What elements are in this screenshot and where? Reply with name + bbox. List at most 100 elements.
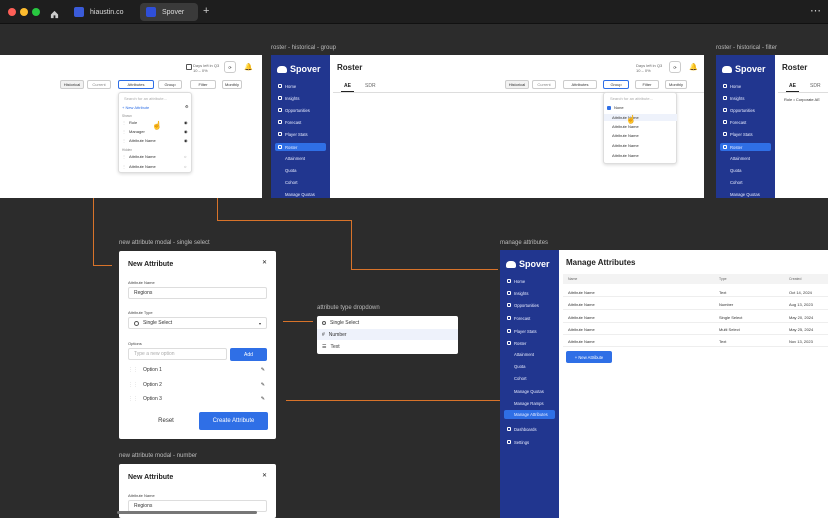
home-icon[interactable] (50, 6, 59, 19)
pencil-icon[interactable]: ✎ (261, 382, 265, 388)
close-window-button[interactable] (8, 8, 16, 16)
option-item[interactable]: ⋮⋮ Option 2 ✎ (128, 380, 267, 390)
eye-icon[interactable]: ◉ (184, 138, 188, 143)
eye-off-icon[interactable]: ◌ (184, 154, 186, 159)
tab-ae[interactable]: AE (341, 83, 354, 92)
type-option-text[interactable]: ☰ Text (322, 342, 340, 351)
nav-opportunities[interactable]: Opportunities (275, 106, 326, 114)
nav-roster[interactable]: Roster (720, 143, 771, 151)
group-option[interactable]: Attribute Name (604, 114, 677, 121)
nav-quota[interactable]: Quota (730, 168, 741, 173)
new-attribute-button[interactable]: + New Attribute (566, 351, 612, 363)
nav-manage-quotas[interactable]: Manage Quotas (730, 192, 760, 197)
nav-player-stats[interactable]: Player Stats (275, 130, 326, 138)
attribute-name-field[interactable]: Regions (128, 287, 267, 299)
monthly-select[interactable]: Monthly (222, 80, 242, 89)
type-option-single-select[interactable]: Single Select (322, 318, 359, 327)
current-toggle[interactable]: Current (532, 80, 556, 89)
group-option[interactable]: Attribute Name (612, 124, 639, 129)
nav-insights[interactable]: Insights (275, 94, 326, 102)
reset-button[interactable]: Reset (128, 412, 204, 430)
nav-attainment[interactable]: Attainment (730, 156, 750, 161)
minimize-window-button[interactable] (20, 8, 28, 16)
create-attribute-button[interactable]: Create Attribute (199, 412, 268, 430)
nav-roster[interactable]: Roster (275, 143, 326, 151)
tab-sdr[interactable]: SDR (365, 83, 376, 89)
bell-icon[interactable]: 🔔 (244, 63, 253, 71)
nav-opportunities[interactable]: Opportunities (504, 301, 555, 309)
nav-home[interactable]: Home (275, 82, 326, 90)
group-option[interactable]: Attribute Name (612, 153, 639, 158)
nav-roster[interactable]: Roster (504, 339, 555, 347)
nav-player-stats[interactable]: Player Stats (720, 130, 771, 138)
add-option-button[interactable]: Add (230, 348, 267, 361)
nav-opportunities[interactable]: Opportunities (720, 106, 771, 114)
historical-toggle[interactable]: Historical (60, 80, 84, 89)
group-option[interactable]: None (607, 105, 624, 110)
group-search-input[interactable]: Search for an attribute... (610, 96, 653, 101)
nav-cohort[interactable]: Cohort (514, 376, 527, 381)
horizontal-scrollbar[interactable] (117, 511, 257, 514)
attribute-type-select[interactable]: Single Select ▾ (128, 317, 267, 329)
shown-attribute-item[interactable]: ⋮ Attribute Name (122, 138, 190, 143)
tab-ae[interactable]: AE (786, 83, 799, 92)
new-tab-button[interactable]: + (203, 5, 209, 17)
historical-toggle[interactable]: Historical (505, 80, 529, 89)
nav-attainment[interactable]: Attainment (514, 352, 534, 357)
settings-icon[interactable]: ⚙ (185, 104, 189, 109)
current-toggle[interactable]: Current (87, 80, 111, 89)
new-option-input[interactable]: Type a new option (128, 348, 227, 360)
nav-insights[interactable]: Insights (720, 94, 771, 102)
group-button[interactable]: Group (158, 80, 182, 89)
drag-handle-icon[interactable]: ⋮⋮ (128, 382, 138, 388)
new-attribute-link[interactable]: + New Attribute (122, 105, 149, 110)
nav-player-stats[interactable]: Player Stats (504, 327, 555, 335)
nav-forecast[interactable]: Forecast (504, 314, 555, 322)
nav-manage-quotas[interactable]: Manage Quotas (285, 192, 315, 197)
table-row[interactable]: Attribute Name Text Nov 13, 2023 (563, 335, 828, 347)
nav-insights[interactable]: Insights (504, 289, 555, 297)
option-item[interactable]: ⋮⋮ Option 3 ✎ (128, 394, 267, 404)
pencil-icon[interactable]: ✎ (261, 367, 265, 373)
close-icon[interactable]: ✕ (262, 259, 267, 266)
group-option[interactable]: Attribute Name (612, 133, 639, 138)
table-row[interactable]: Attribute Name Text Oct 14, 2024 (563, 286, 828, 297)
maximize-window-button[interactable] (32, 8, 40, 16)
nav-manage-ramps[interactable]: Manage Ramps (514, 401, 544, 406)
type-option-number[interactable]: # Number (317, 329, 458, 340)
nav-manage-quotas[interactable]: Manage Quotas (514, 389, 544, 394)
drag-handle-icon[interactable]: ⋮⋮ (128, 396, 138, 402)
eye-icon[interactable]: ◉ (184, 129, 188, 134)
group-option[interactable]: Attribute Name (612, 143, 639, 148)
nav-cohort[interactable]: Cohort (730, 180, 743, 185)
nav-manage-attributes[interactable]: Manage Attributes (504, 410, 555, 419)
nav-quota[interactable]: Quota (514, 364, 525, 369)
hidden-attribute-item[interactable]: ⋮ Attribute Name (122, 164, 156, 169)
tab-sdr[interactable]: SDR (810, 83, 821, 89)
nav-forecast[interactable]: Forecast (275, 118, 326, 126)
table-row[interactable]: Attribute Name Number Aug 13, 2023 (563, 298, 828, 310)
filter-button[interactable]: Filter (190, 80, 216, 89)
group-button[interactable]: Group (603, 80, 629, 89)
refresh-button[interactable]: ⟳ (224, 61, 236, 73)
table-row[interactable]: Attribute Name Single Select May 20, 202… (563, 311, 828, 323)
close-icon[interactable]: ✕ (262, 472, 267, 479)
monthly-select[interactable]: Monthly (665, 80, 687, 89)
nav-settings[interactable]: Settings (504, 438, 555, 446)
eye-icon[interactable]: ◉ (184, 120, 188, 125)
nav-home[interactable]: Home (720, 82, 771, 90)
tab-spover[interactable]: Spover (140, 3, 198, 21)
attributes-button[interactable]: Attributes (563, 80, 597, 89)
table-row[interactable]: Attribute Name Multi Select May 25, 2024 (563, 323, 828, 335)
eye-off-icon[interactable]: ◌ (184, 164, 186, 169)
option-item[interactable]: ⋮⋮ Option 1 ✎ (128, 365, 267, 375)
hidden-attribute-item[interactable]: ⋮ Attribute Name (122, 154, 156, 159)
bell-icon[interactable]: 🔔 (689, 63, 698, 71)
nav-cohort[interactable]: Cohort (285, 180, 298, 185)
attributes-button[interactable]: Attributes (118, 80, 154, 89)
menu-icon[interactable]: ⋯ (810, 4, 821, 17)
nav-attainment[interactable]: Attainment (285, 156, 305, 161)
nav-forecast[interactable]: Forecast (720, 118, 771, 126)
filter-button[interactable]: Filter (635, 80, 659, 89)
pencil-icon[interactable]: ✎ (261, 396, 265, 402)
